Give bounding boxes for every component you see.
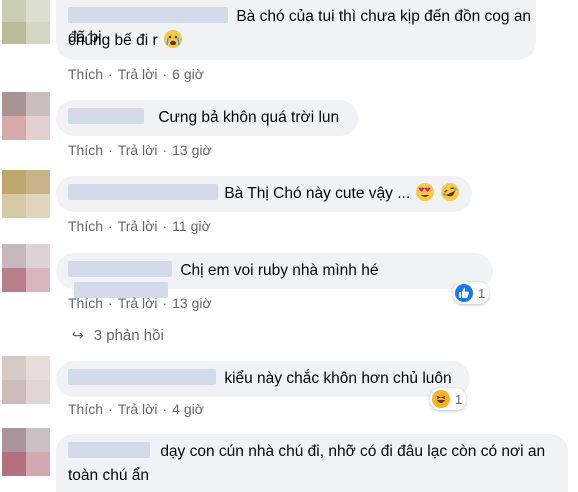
reply-link[interactable]: Trả lời (118, 401, 158, 417)
comment-bubble: dạy con cún nhà chú đi, nhỡ có đi đâu lạ… (56, 434, 568, 492)
reaction-count[interactable]: 1 (453, 282, 490, 304)
blurred-author-name[interactable] (68, 369, 216, 385)
blurred-author-name[interactable] (68, 108, 144, 124)
haha-icon (432, 390, 450, 408)
comment-actions: Thích · Trả lời · 6 giờ (68, 66, 204, 82)
comment-actions: Thích · Trả lời · 13 giờ (68, 142, 212, 158)
timestamp[interactable]: 13 giờ (172, 142, 212, 158)
blurred-author-name[interactable] (68, 184, 218, 200)
comment-actions: Thích · Trả lời · 11 giờ (68, 218, 211, 234)
blurred-author-name[interactable] (68, 7, 228, 23)
comment-text-line2: chúng bế đi r (68, 32, 158, 49)
avatar[interactable] (2, 244, 50, 292)
reaction-count[interactable]: 1 (430, 388, 467, 410)
reaction-count-number: 1 (455, 391, 463, 407)
reply-link[interactable]: Trả lời (118, 218, 158, 234)
crying-face-icon (163, 30, 182, 48)
comment-actions: Thích · Trả lời · 13 giờ (68, 295, 212, 311)
comment-bubble: Chị em voi ruby nhà mình hé (56, 253, 493, 298)
timestamp[interactable]: 11 giờ (172, 218, 211, 234)
avatar[interactable] (2, 0, 50, 44)
comment-bubble: Bà Thị Chó này cute vậy ... (56, 176, 472, 212)
reply-link[interactable]: Trả lời (118, 66, 158, 82)
timestamp[interactable]: 13 giờ (172, 295, 212, 311)
comment-text-line2: toàn chú ẩn (68, 467, 150, 484)
reply-link[interactable]: Trả lời (118, 142, 158, 158)
comment-text: Chị em voi ruby nhà mình hé (180, 262, 379, 279)
reply-link[interactable]: Trả lời (118, 295, 158, 311)
comment-bubble: Cưng bả khôn quá trời lun (56, 100, 358, 136)
like-link[interactable]: Thích (68, 218, 103, 234)
heart-eyes-icon (416, 183, 435, 201)
like-link[interactable]: Thích (68, 66, 103, 82)
comment-text: kiểu này chắc khôn hơn chủ luôn (224, 370, 452, 387)
replies-count-label: 3 phản hồi (93, 327, 164, 344)
comment-bubble: kiểu này chắc khôn hơn chủ luôn (56, 361, 470, 397)
comment-text: Cưng bả khôn quá trời lun (158, 109, 340, 126)
comment-text: dạy con cún nhà chú đi, nhỡ có đi đâu lạ… (160, 443, 546, 460)
reaction-count-number: 1 (478, 285, 486, 301)
like-icon (455, 284, 473, 302)
like-link[interactable]: Thích (68, 295, 103, 311)
comment-actions: Thích · Trả lời · 4 giờ (68, 401, 204, 417)
like-link[interactable]: Thích (68, 142, 103, 158)
comment-text: Bà Thị Chó này cute vậy ... (224, 185, 411, 202)
reply-arrow-icon: ↪ (72, 327, 84, 343)
timestamp[interactable]: 6 giờ (172, 66, 204, 82)
avatar[interactable] (2, 170, 50, 218)
blurred-author-name[interactable] (68, 261, 172, 277)
avatar[interactable] (2, 356, 50, 404)
like-link[interactable]: Thích (68, 401, 103, 417)
avatar[interactable] (2, 428, 50, 476)
rofl-icon (437, 180, 462, 204)
comment-bubble: Bà chó của tui thì chưa kịp đến đồn cog … (56, 0, 536, 60)
view-replies-link[interactable]: ↪ 3 phản hồi (72, 327, 164, 344)
timestamp[interactable]: 4 giờ (172, 401, 204, 417)
avatar[interactable] (2, 92, 50, 140)
blurred-author-name[interactable] (68, 442, 150, 458)
